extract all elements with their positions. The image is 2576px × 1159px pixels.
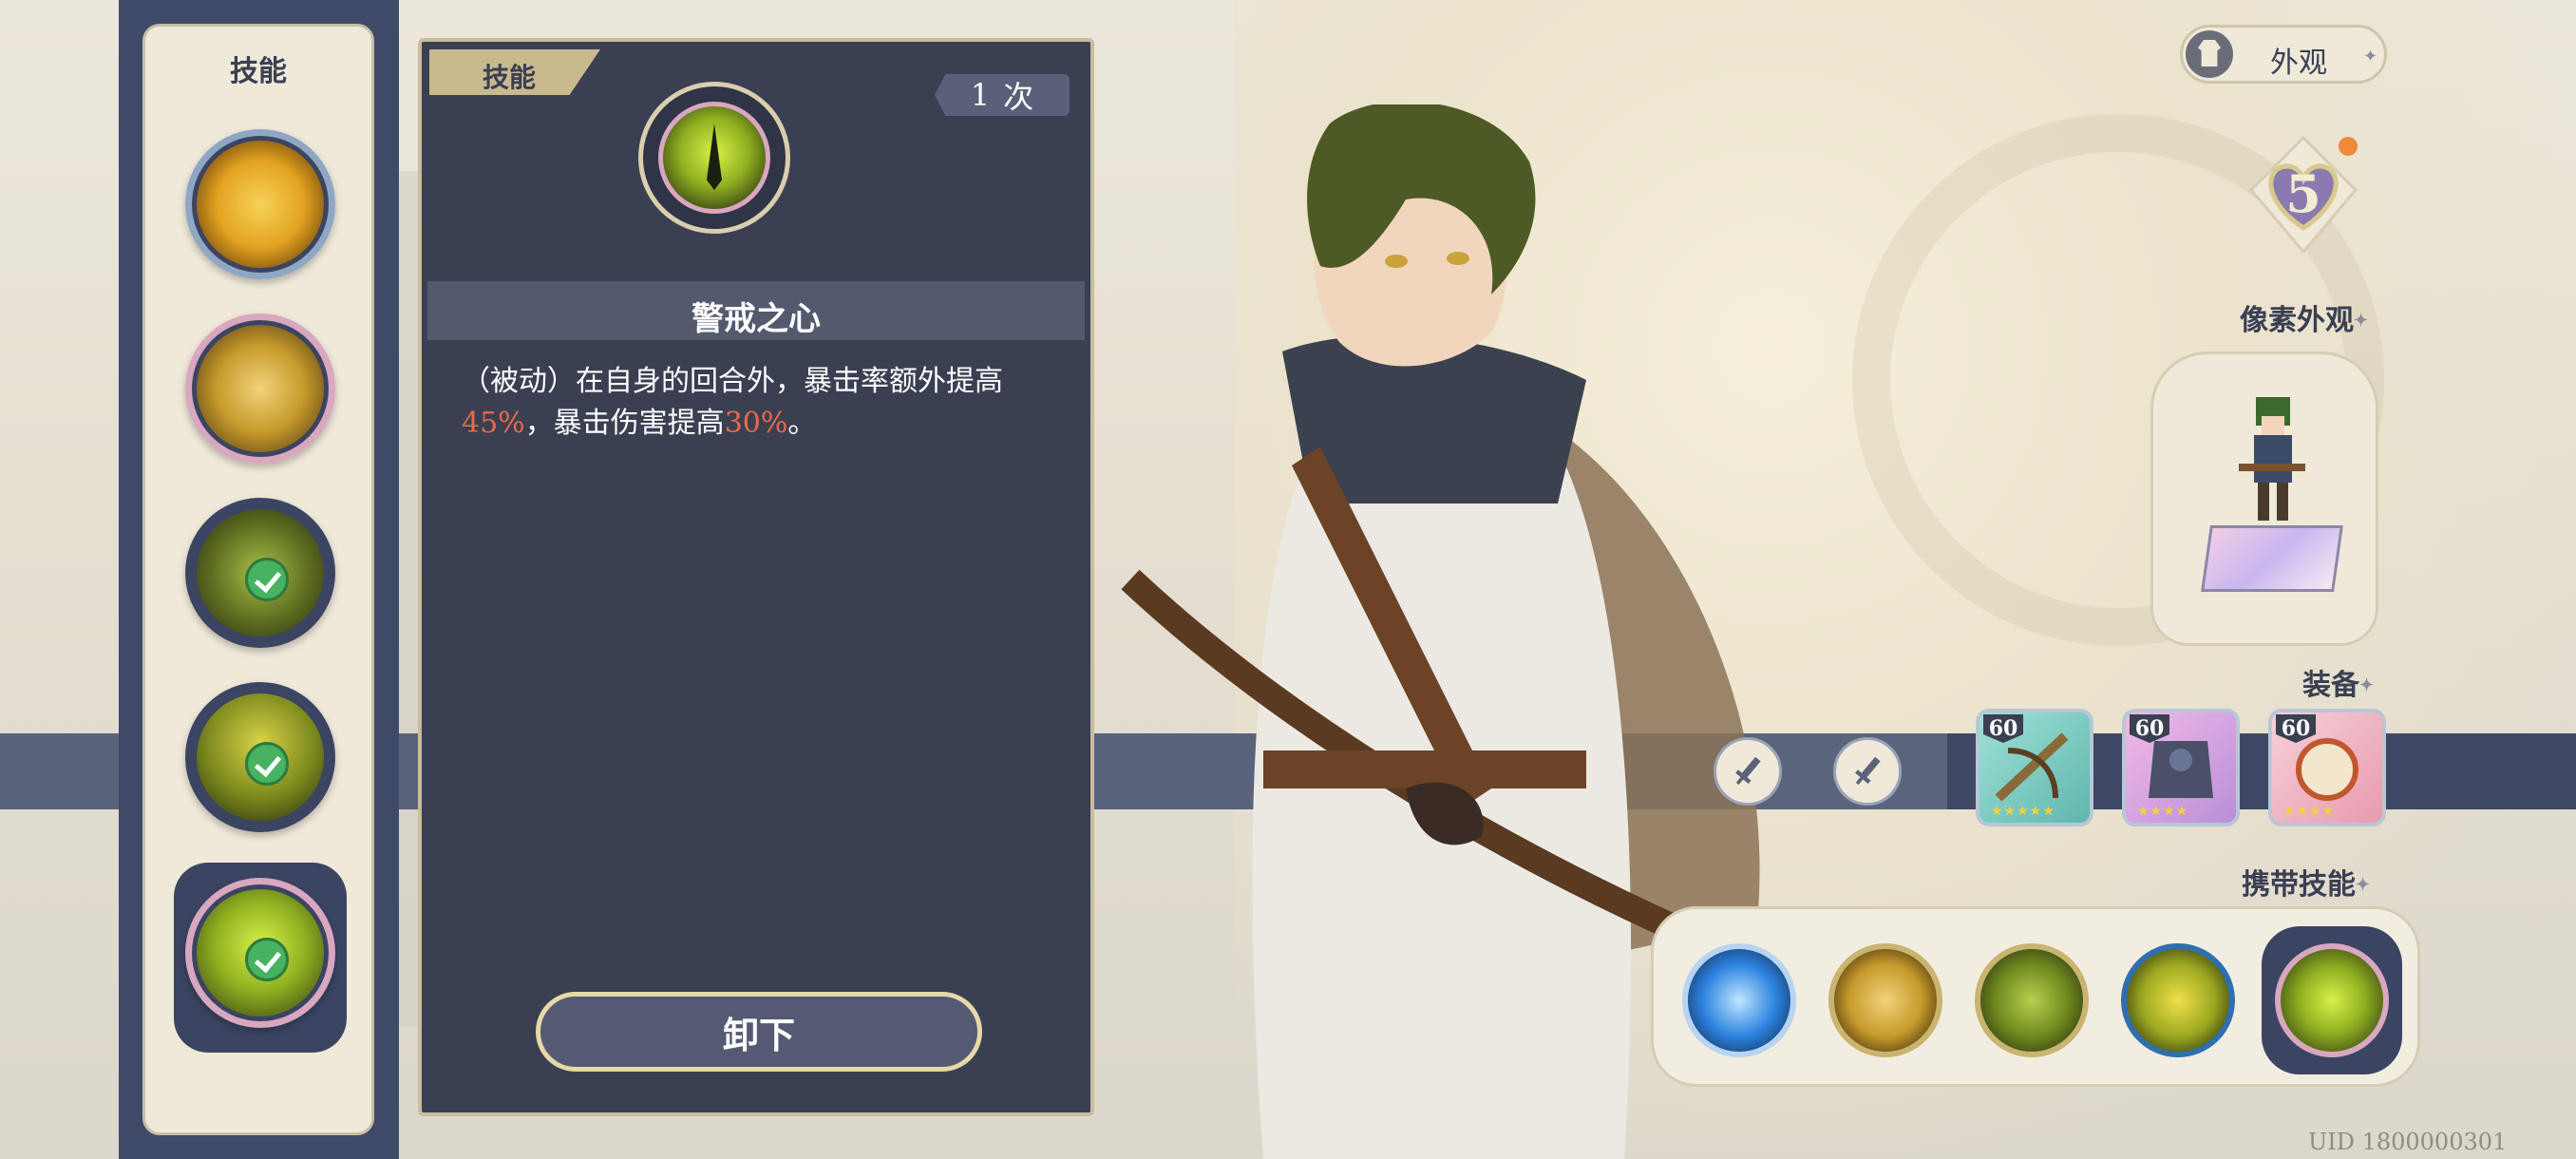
pixel-appearance-label: 像素外观✦ bbox=[2240, 304, 2369, 337]
vigilant-heart-icon[interactable] bbox=[2275, 943, 2389, 1057]
uid-text: UID 1800000301 bbox=[2308, 1129, 2508, 1155]
skill-slot-arrow-rain[interactable] bbox=[185, 498, 335, 648]
desc-text-2: ，暴击伤害提高 bbox=[524, 407, 725, 440]
skill-list-panel: 技能 bbox=[142, 24, 374, 1135]
arrow-rain-icon[interactable] bbox=[1975, 943, 2089, 1057]
equipment-slot-scroll[interactable]: 60 ★★★★ bbox=[2268, 709, 2386, 826]
equipment-stars: ★★★★★ bbox=[1991, 804, 2055, 819]
desc-value-crit-damage: 30% bbox=[724, 407, 788, 440]
skill-list-title: 技能 bbox=[230, 55, 287, 88]
skill-detail-panel: 技能 1 次 警戒之心 （被动）在自身的回合外，暴击率额外提高 45%，暴击伤害提… bbox=[418, 38, 1094, 1116]
equipped-check-icon bbox=[245, 558, 289, 601]
unequip-button[interactable]: 卸下 bbox=[536, 992, 982, 1072]
appearance-label: 外观 bbox=[2270, 47, 2327, 80]
use-count-value: 1 bbox=[970, 77, 991, 113]
equipment-slot-crossbow[interactable]: 60 ★★★★★ bbox=[1976, 709, 2093, 826]
empty-weapon-slot-2[interactable] bbox=[1833, 737, 1902, 806]
equipped-check-icon bbox=[245, 938, 289, 981]
skill-description: （被动）在自身的回合外，暴击率额外提高 45%，暴击伤害提高30%。 bbox=[462, 361, 1070, 445]
carried-skills-label: 携带技能✦ bbox=[2242, 868, 2371, 902]
archer-shot-icon[interactable] bbox=[1828, 943, 1942, 1057]
desc-text-1: （被动）在自身的回合外，暴击率额外提高 bbox=[462, 365, 1003, 398]
skill-name-bar: 警戒之心 bbox=[427, 281, 1085, 340]
use-count-badge: 1 次 bbox=[935, 74, 1070, 116]
skill-slot-arrow-burst[interactable] bbox=[185, 129, 335, 279]
skill-slot-vigilant-heart[interactable] bbox=[185, 878, 335, 1028]
pixel-appearance-preview[interactable] bbox=[2150, 352, 2378, 646]
equipment-stars: ★★★★ bbox=[2137, 804, 2189, 819]
equipment-stars: ★★★★ bbox=[2283, 804, 2336, 819]
sun-archer-icon[interactable] bbox=[2121, 943, 2235, 1057]
skill-slot-sun-archer[interactable] bbox=[185, 682, 335, 832]
appearance-button[interactable]: 外观 ✦ bbox=[2180, 25, 2387, 84]
carried-skills-tray bbox=[1651, 906, 2420, 1087]
skill-slot-archer-shot[interactable] bbox=[185, 314, 335, 464]
detail-tab-label: 技能 bbox=[483, 62, 537, 93]
blue-burst-icon[interactable] bbox=[1682, 943, 1796, 1057]
equipment-label: 装备✦ bbox=[2302, 669, 2375, 702]
level-badge[interactable]: 5 bbox=[2242, 133, 2365, 256]
use-count-unit: 次 bbox=[1003, 79, 1034, 115]
empty-weapon-slot[interactable] bbox=[1714, 737, 1782, 806]
sparkle-icon: ✦ bbox=[2363, 47, 2378, 66]
desc-text-3: 。 bbox=[787, 407, 817, 440]
level-number: 5 bbox=[2285, 163, 2321, 224]
desc-value-crit-rate: 45% bbox=[462, 407, 525, 440]
vigilant-heart-icon bbox=[658, 102, 770, 214]
equipped-check-icon bbox=[245, 742, 289, 786]
detail-tab: 技能 bbox=[429, 49, 600, 95]
equipment-slot-armor[interactable]: 60 ★★★★ bbox=[2122, 709, 2240, 826]
pixel-character-icon bbox=[2239, 397, 2305, 521]
skill-icon-frame bbox=[638, 82, 790, 234]
skill-name: 警戒之心 bbox=[691, 300, 821, 338]
pixel-pedestal bbox=[2201, 525, 2343, 592]
shirt-icon bbox=[2186, 30, 2233, 78]
